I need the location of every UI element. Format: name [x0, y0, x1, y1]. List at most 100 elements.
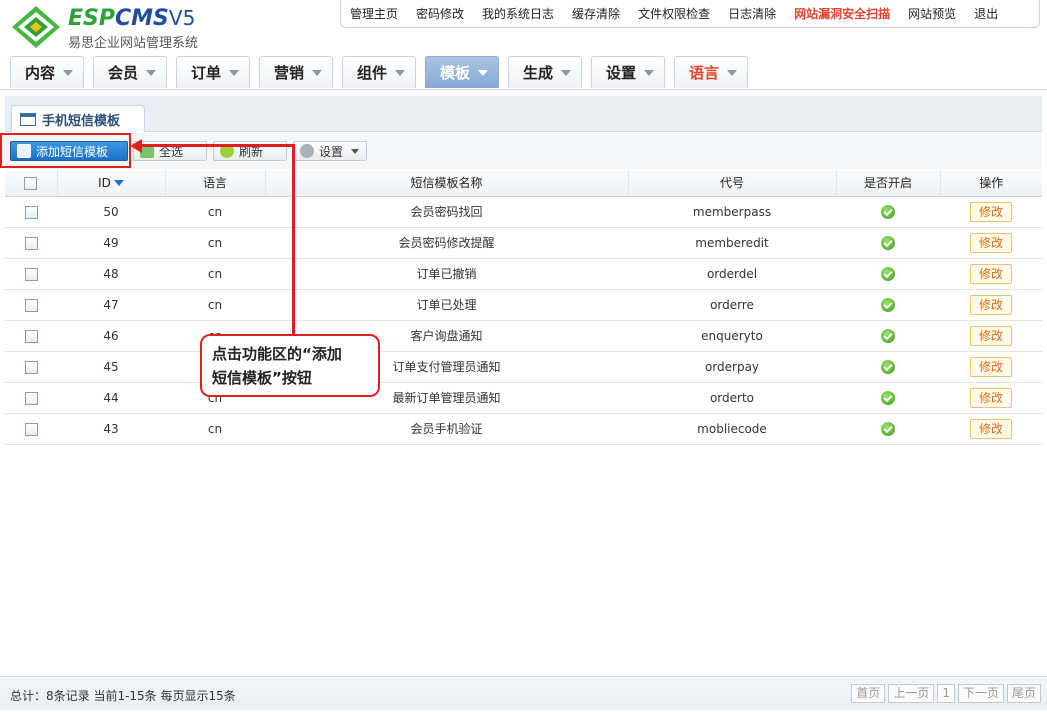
menu-templates[interactable]: 模板	[425, 56, 499, 88]
row-enabled[interactable]	[836, 351, 940, 383]
row-enabled[interactable]	[836, 196, 940, 228]
enabled-check-icon[interactable]	[881, 359, 895, 374]
row-select-cell[interactable]	[5, 320, 57, 352]
topnav-logout[interactable]: 退出	[965, 5, 1007, 22]
row-enabled[interactable]	[836, 413, 940, 445]
row-actions: 修改	[940, 413, 1042, 445]
row-actions: 修改	[940, 351, 1042, 383]
edit-button[interactable]: 修改	[970, 294, 1012, 315]
chevron-down-icon	[727, 69, 738, 76]
row-code: orderto	[628, 382, 836, 414]
table-row: 49 cn 会员密码修改提醒 memberedit 修改	[5, 227, 1042, 259]
row-select-cell[interactable]	[5, 196, 57, 228]
enabled-check-icon[interactable]	[881, 235, 895, 250]
tab-sms-templates[interactable]: 手机短信模板	[11, 105, 145, 132]
menu-content[interactable]: 内容	[10, 56, 84, 88]
row-select-cell[interactable]	[5, 413, 57, 445]
row-lang: cn	[165, 413, 265, 445]
topnav-my-log[interactable]: 我的系统日志	[473, 5, 563, 22]
topnav-clear-log[interactable]: 日志清除	[719, 5, 785, 22]
row-name: 会员手机验证	[265, 413, 628, 445]
row-checkbox[interactable]	[24, 236, 38, 250]
menu-orders[interactable]: 订单	[176, 56, 250, 88]
sms-template-table: ID 语言 短信模板名称 代号 是否开启 操作 50 cn 会员密码找回 member…	[5, 170, 1042, 445]
row-checkbox[interactable]	[24, 391, 38, 405]
row-enabled[interactable]	[836, 227, 940, 259]
menu-language[interactable]: 语言	[674, 56, 748, 88]
row-lang: cn	[165, 289, 265, 321]
topnav-permission-check[interactable]: 文件权限检查	[629, 5, 719, 22]
chevron-down-icon	[395, 69, 406, 76]
edit-button[interactable]: 修改	[970, 418, 1012, 439]
row-enabled[interactable]	[836, 258, 940, 290]
row-checkbox[interactable]	[24, 205, 38, 219]
row-name: 会员密码找回	[265, 196, 628, 228]
callout-line	[292, 144, 295, 335]
callout-line	[140, 144, 295, 147]
row-actions: 修改	[940, 289, 1042, 321]
pager-prev[interactable]: 上一页	[888, 684, 935, 703]
enabled-check-icon[interactable]	[881, 204, 895, 219]
row-enabled[interactable]	[836, 382, 940, 414]
row-select-cell[interactable]	[5, 258, 57, 290]
row-code: memberpass	[628, 196, 836, 228]
topnav-preview[interactable]: 网站预览	[899, 5, 965, 22]
chevron-down-icon	[561, 69, 572, 76]
top-nav: 管理主页 密码修改 我的系统日志 缓存清除 文件权限检查 日志清除 网站漏洞安全…	[340, 0, 1040, 28]
row-actions: 修改	[940, 227, 1042, 259]
menu-components[interactable]: 组件	[342, 56, 416, 88]
chevron-down-icon	[229, 69, 240, 76]
row-checkbox[interactable]	[24, 422, 38, 436]
row-id: 43	[57, 413, 165, 445]
row-checkbox[interactable]	[24, 360, 38, 374]
enabled-check-icon[interactable]	[881, 390, 895, 405]
pager-last[interactable]: 尾页	[1006, 684, 1041, 703]
edit-button[interactable]: 修改	[970, 387, 1012, 408]
add-button-highlight	[0, 133, 131, 168]
row-enabled[interactable]	[836, 289, 940, 321]
menu-marketing[interactable]: 营销	[259, 56, 333, 88]
topnav-clear-cache[interactable]: 缓存清除	[563, 5, 629, 22]
menu-settings[interactable]: 设置	[591, 56, 665, 88]
row-name: 会员密码修改提醒	[265, 227, 628, 259]
header-checkbox[interactable]	[24, 176, 38, 190]
row-enabled[interactable]	[836, 320, 940, 352]
footer: 总计：8条记录 当前1-15条 每页显示15条 首页 上一页 1 下一页 尾页	[0, 676, 1047, 710]
row-checkbox[interactable]	[24, 267, 38, 281]
row-select-cell[interactable]	[5, 289, 57, 321]
table-row: 47 cn 订单已处理 orderre 修改	[5, 289, 1042, 321]
edit-button[interactable]: 修改	[970, 325, 1012, 346]
edit-button[interactable]: 修改	[970, 263, 1012, 284]
topnav-security-scan[interactable]: 网站漏洞安全扫描	[785, 5, 899, 22]
table-row: 44 cn 最新订单管理员通知 orderto 修改	[5, 382, 1042, 414]
row-select-cell[interactable]	[5, 382, 57, 414]
pager-page-1[interactable]: 1	[937, 684, 955, 703]
row-checkbox[interactable]	[24, 329, 38, 343]
row-id: 45	[57, 351, 165, 383]
header-select-all[interactable]	[5, 170, 58, 197]
row-select-cell[interactable]	[5, 351, 57, 383]
menu-members[interactable]: 会员	[93, 56, 167, 88]
topnav-home[interactable]: 管理主页	[341, 5, 407, 22]
sort-desc-icon	[113, 180, 124, 187]
enabled-check-icon[interactable]	[881, 266, 895, 281]
enabled-check-icon[interactable]	[881, 297, 895, 312]
pager-first[interactable]: 首页	[851, 684, 886, 703]
table-row: 46cn客户询盘通知enqueryto修改	[5, 320, 1042, 352]
settings-dropdown-button[interactable]: 设置	[293, 141, 367, 161]
header-enabled: 是否开启	[836, 170, 941, 197]
row-checkbox[interactable]	[24, 298, 38, 312]
row-id: 49	[57, 227, 165, 259]
row-actions: 修改	[940, 196, 1042, 228]
edit-button[interactable]: 修改	[970, 201, 1012, 222]
pager-next[interactable]: 下一页	[957, 684, 1004, 703]
row-lang: cn	[165, 227, 265, 259]
row-select-cell[interactable]	[5, 227, 57, 259]
menu-generate[interactable]: 生成	[508, 56, 582, 88]
header-id[interactable]: ID	[57, 170, 166, 197]
edit-button[interactable]: 修改	[970, 356, 1012, 377]
topnav-password[interactable]: 密码修改	[407, 5, 473, 22]
enabled-check-icon[interactable]	[881, 421, 895, 436]
enabled-check-icon[interactable]	[881, 328, 895, 343]
edit-button[interactable]: 修改	[970, 232, 1012, 253]
